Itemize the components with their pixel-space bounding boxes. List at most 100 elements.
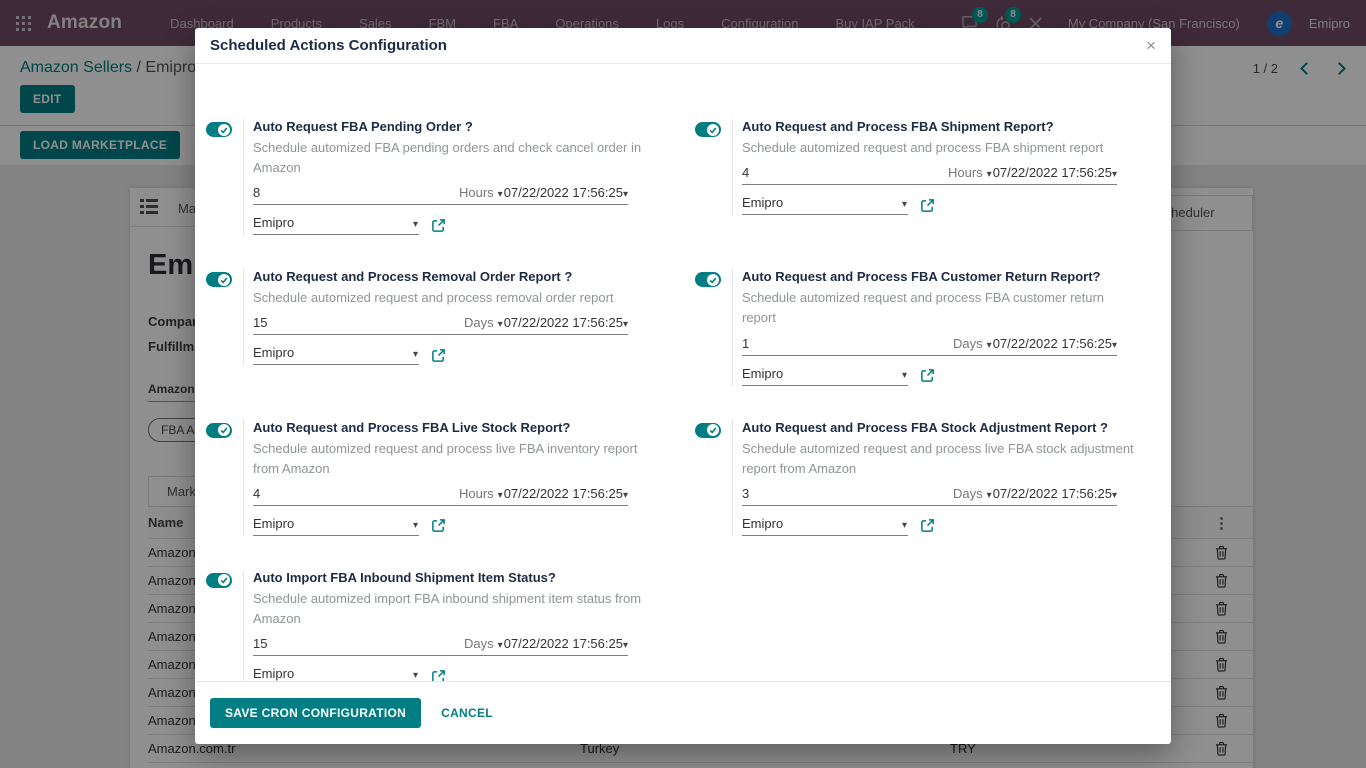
cron-company-row: Emipro ▾ xyxy=(253,666,652,681)
cron-block: Auto Request and Process FBA Stock Adjus… xyxy=(695,420,1141,536)
toggle-check-icon xyxy=(707,274,719,286)
company-value: Emipro xyxy=(742,516,783,531)
cron-enabled-toggle[interactable] xyxy=(206,272,232,287)
company-select[interactable]: Emipro ▾ xyxy=(253,666,419,681)
interval-unit-select[interactable]: Days xyxy=(464,636,494,651)
interval-unit-select[interactable]: Days xyxy=(953,336,983,351)
unit-caret-icon[interactable]: ▾ xyxy=(498,189,503,200)
toggle-check-icon xyxy=(218,574,230,586)
datepicker-caret-icon[interactable]: ▾ xyxy=(623,490,628,501)
interval-number-input[interactable]: 1 xyxy=(742,336,953,351)
company-caret-icon: ▾ xyxy=(413,349,418,360)
cron-schedule-row: 1 Days ▾ 07/22/2022 17:56:25 ▾ xyxy=(742,336,1117,356)
company-caret-icon: ▾ xyxy=(902,199,907,210)
datepicker-caret-icon[interactable]: ▾ xyxy=(623,319,628,330)
cron-company-row: Emipro ▾ xyxy=(253,516,652,536)
cancel-button[interactable]: CANCEL xyxy=(441,706,493,720)
toggle-check-icon xyxy=(218,274,230,286)
next-execution-input[interactable]: 07/22/2022 17:56:25 xyxy=(504,315,623,330)
cron-schedule-row: 15 Days ▾ 07/22/2022 17:56:25 ▾ xyxy=(253,636,628,656)
cron-company-row: Emipro ▾ xyxy=(742,366,1141,386)
interval-unit-select[interactable]: Hours xyxy=(459,185,494,200)
unit-caret-icon[interactable]: ▾ xyxy=(987,490,992,501)
cron-description: Schedule automized request and process l… xyxy=(253,439,652,479)
datepicker-caret-icon[interactable]: ▾ xyxy=(623,189,628,200)
company-select[interactable]: Emipro ▾ xyxy=(742,195,908,215)
cron-enabled-toggle[interactable] xyxy=(695,423,721,438)
scheduled-actions-modal: Scheduled Actions Configuration × Auto R… xyxy=(195,28,1171,744)
modal-title: Scheduled Actions Configuration xyxy=(210,37,447,54)
modal-header: Scheduled Actions Configuration × xyxy=(195,28,1171,64)
company-caret-icon: ▾ xyxy=(902,370,907,381)
cron-schedule-row: 3 Days ▾ 07/22/2022 17:56:25 ▾ xyxy=(742,486,1117,506)
cron-enabled-toggle[interactable] xyxy=(206,122,232,137)
next-execution-input[interactable]: 07/22/2022 17:56:25 xyxy=(993,165,1112,180)
unit-caret-icon[interactable]: ▾ xyxy=(498,319,503,330)
cron-blocks-grid: Auto Request FBA Pending Order ? Schedul… xyxy=(195,64,1171,681)
datepicker-caret-icon[interactable]: ▾ xyxy=(623,640,628,651)
external-link-icon[interactable] xyxy=(431,348,446,363)
interval-number-input[interactable]: 4 xyxy=(253,486,459,501)
cron-schedule-row: 4 Hours ▾ 07/22/2022 17:56:25 ▾ xyxy=(253,486,628,506)
cron-company-row: Emipro ▾ xyxy=(253,345,652,365)
cron-title: Auto Request FBA Pending Order ? xyxy=(253,119,652,134)
external-link-icon[interactable] xyxy=(431,669,446,681)
unit-caret-icon[interactable]: ▾ xyxy=(987,340,992,351)
cron-title: Auto Request and Process Removal Order R… xyxy=(253,269,652,284)
cron-block: Auto Request and Process FBA Shipment Re… xyxy=(695,119,1141,235)
cron-enabled-toggle[interactable] xyxy=(206,573,232,588)
interval-number-input[interactable]: 8 xyxy=(253,185,459,200)
interval-unit-select[interactable]: Days xyxy=(464,315,494,330)
datepicker-caret-icon[interactable]: ▾ xyxy=(1112,490,1117,501)
external-link-icon[interactable] xyxy=(920,518,935,533)
unit-caret-icon[interactable]: ▾ xyxy=(987,169,992,180)
cron-company-row: Emipro ▾ xyxy=(742,195,1141,215)
company-select[interactable]: Emipro ▾ xyxy=(253,345,419,365)
cron-title: Auto Request and Process FBA Stock Adjus… xyxy=(742,420,1141,435)
interval-unit-select[interactable]: Hours xyxy=(948,165,983,180)
next-execution-input[interactable]: 07/22/2022 17:56:25 xyxy=(993,486,1112,501)
interval-unit-select[interactable]: Hours xyxy=(459,486,494,501)
unit-caret-icon[interactable]: ▾ xyxy=(498,640,503,651)
save-cron-configuration-button[interactable]: SAVE CRON CONFIGURATION xyxy=(210,698,421,728)
cron-description: Schedule automized import FBA inbound sh… xyxy=(253,589,652,629)
next-execution-input[interactable]: 07/22/2022 17:56:25 xyxy=(504,185,623,200)
interval-number-input[interactable]: 3 xyxy=(742,486,953,501)
company-select[interactable]: Emipro ▾ xyxy=(253,516,419,536)
company-select[interactable]: Emipro ▾ xyxy=(742,366,908,386)
cron-title: Auto Request and Process FBA Live Stock … xyxy=(253,420,652,435)
cron-enabled-toggle[interactable] xyxy=(695,272,721,287)
cron-schedule-row: 8 Hours ▾ 07/22/2022 17:56:25 ▾ xyxy=(253,185,628,205)
cron-title: Auto Import FBA Inbound Shipment Item St… xyxy=(253,570,652,585)
external-link-icon[interactable] xyxy=(431,218,446,233)
unit-caret-icon[interactable]: ▾ xyxy=(498,490,503,501)
toggle-check-icon xyxy=(707,124,719,136)
datepicker-caret-icon[interactable]: ▾ xyxy=(1112,340,1117,351)
cron-title: Auto Request and Process FBA Customer Re… xyxy=(742,269,1141,284)
external-link-icon[interactable] xyxy=(920,368,935,383)
cron-enabled-toggle[interactable] xyxy=(206,423,232,438)
toggle-check-icon xyxy=(218,424,230,436)
datepicker-caret-icon[interactable]: ▾ xyxy=(1112,169,1117,180)
interval-number-input[interactable]: 15 xyxy=(253,636,464,651)
cron-enabled-toggle[interactable] xyxy=(695,122,721,137)
interval-number-input[interactable]: 15 xyxy=(253,315,464,330)
close-icon[interactable]: × xyxy=(1146,37,1156,54)
company-value: Emipro xyxy=(742,195,783,210)
cron-block: Auto Request and Process FBA Customer Re… xyxy=(695,269,1141,385)
cron-block: Auto Request and Process Removal Order R… xyxy=(206,269,652,385)
company-select[interactable]: Emipro ▾ xyxy=(253,215,419,235)
company-caret-icon: ▾ xyxy=(413,670,418,681)
company-value: Emipro xyxy=(742,366,783,381)
external-link-icon[interactable] xyxy=(920,198,935,213)
company-caret-icon: ▾ xyxy=(902,520,907,531)
next-execution-input[interactable]: 07/22/2022 17:56:25 xyxy=(504,486,623,501)
cron-description: Schedule automized FBA pending orders an… xyxy=(253,138,652,178)
interval-unit-select[interactable]: Days xyxy=(953,486,983,501)
interval-number-input[interactable]: 4 xyxy=(742,165,948,180)
toggle-check-icon xyxy=(707,424,719,436)
company-select[interactable]: Emipro ▾ xyxy=(742,516,908,536)
next-execution-input[interactable]: 07/22/2022 17:56:25 xyxy=(504,636,623,651)
external-link-icon[interactable] xyxy=(431,518,446,533)
next-execution-input[interactable]: 07/22/2022 17:56:25 xyxy=(993,336,1112,351)
